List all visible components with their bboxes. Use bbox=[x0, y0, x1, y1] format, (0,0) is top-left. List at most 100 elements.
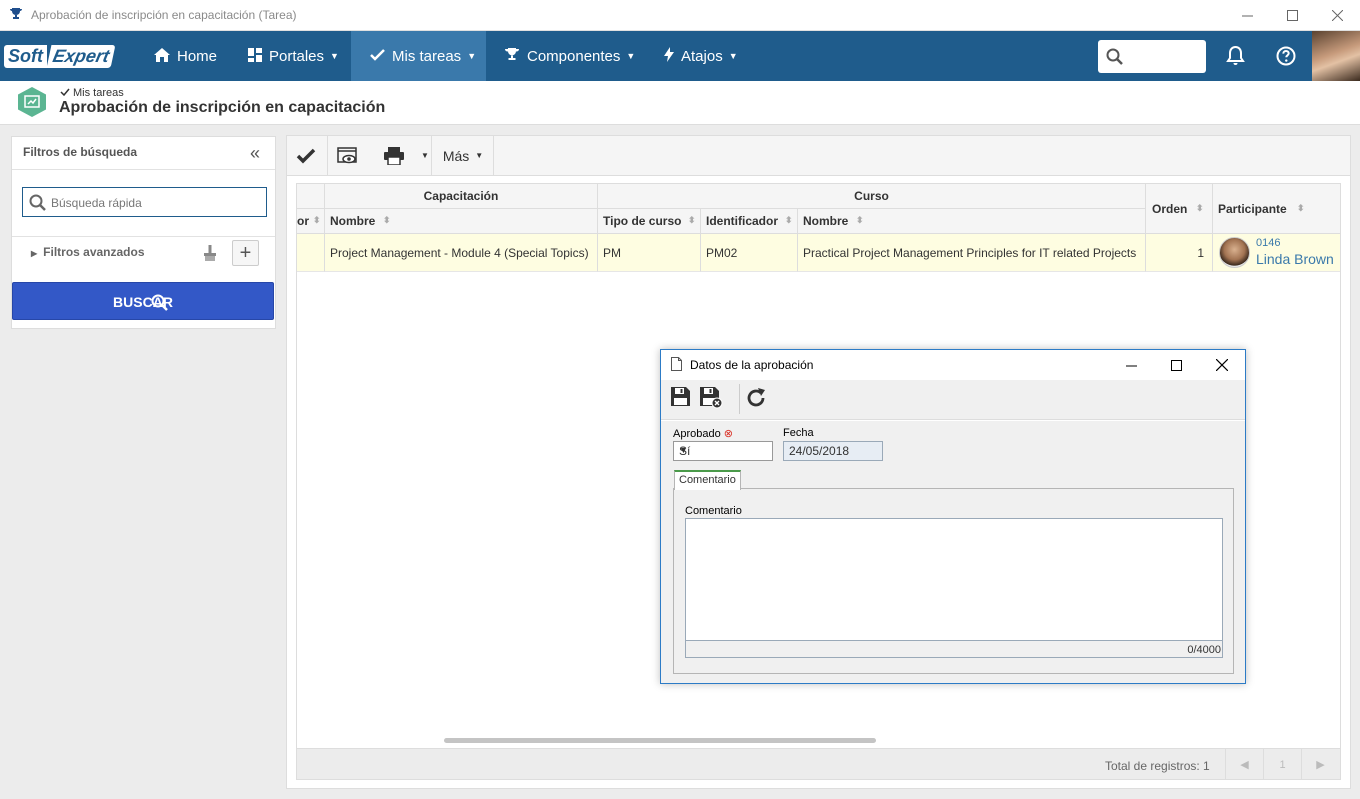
cell-nombre-capacitacion: Project Management - Module 4 (Special T… bbox=[325, 234, 598, 272]
column-header-identificador[interactable]: Identificador ⬍ bbox=[701, 209, 798, 234]
dropdown-arrow-icon: ▼ bbox=[679, 445, 688, 455]
cell-nombre-curso: Practical Project Management Principles … bbox=[798, 234, 1146, 272]
next-page-button[interactable]: ▶ bbox=[1301, 749, 1339, 779]
approve-button[interactable] bbox=[287, 136, 325, 175]
clear-filters-icon[interactable] bbox=[203, 245, 217, 264]
sort-icon[interactable]: ⬍ bbox=[856, 215, 864, 226]
column-header-participante[interactable]: Participante ⬍ bbox=[1213, 184, 1340, 234]
trophy-icon bbox=[9, 7, 25, 23]
group-header-curso: Curso bbox=[598, 184, 1146, 209]
chevron-down-icon: ▼ bbox=[728, 51, 738, 61]
prev-page-button[interactable]: ◀ bbox=[1225, 749, 1263, 779]
page-header: Mis tareas Aprobación de inscripción en … bbox=[0, 81, 1360, 125]
nav-home[interactable]: Home bbox=[154, 31, 217, 81]
more-button[interactable]: Más ▼ bbox=[433, 136, 493, 175]
character-counter: 0/4000 bbox=[685, 640, 1223, 658]
chevron-down-icon: ▼ bbox=[467, 51, 477, 61]
group-header-capacitacion: Capacitación bbox=[325, 184, 598, 209]
search-icon bbox=[29, 194, 46, 214]
close-button[interactable] bbox=[1314, 0, 1360, 31]
sort-icon[interactable]: ⬍ bbox=[1297, 203, 1305, 214]
sort-icon[interactable]: ⬍ bbox=[1196, 203, 1204, 214]
cell-partial bbox=[297, 234, 325, 272]
participant-name[interactable]: Linda Brown bbox=[1256, 251, 1334, 267]
fecha-label: Fecha bbox=[783, 427, 814, 439]
divider bbox=[12, 169, 275, 170]
trophy-icon bbox=[504, 47, 520, 65]
user-avatar[interactable] bbox=[1312, 31, 1360, 81]
save-and-close-icon[interactable] bbox=[699, 386, 723, 412]
caret-right-icon: ▶ bbox=[31, 249, 38, 258]
fecha-field: 24/05/2018 bbox=[783, 441, 883, 461]
nav-atajos[interactable]: Atajos ▼ bbox=[664, 31, 738, 81]
page-number[interactable]: 1 bbox=[1263, 749, 1301, 779]
nav-componentes[interactable]: Componentes ▼ bbox=[504, 31, 635, 81]
breadcrumb[interactable]: Mis tareas bbox=[60, 87, 124, 99]
dialog-title: Datos de la aprobación bbox=[690, 358, 814, 372]
participant-id[interactable]: 0146 bbox=[1256, 237, 1280, 249]
dialog-minimize-button[interactable] bbox=[1108, 350, 1154, 380]
tab-comentario[interactable]: Comentario bbox=[674, 470, 741, 490]
view-record-button[interactable] bbox=[331, 136, 365, 175]
column-header-orden[interactable]: Orden ⬍ bbox=[1146, 184, 1213, 234]
dialog-titlebar: Datos de la aprobación bbox=[661, 350, 1245, 380]
column-header-partial[interactable]: or ⬍ bbox=[297, 209, 325, 234]
training-app-icon bbox=[17, 86, 47, 118]
dialog-toolbar bbox=[661, 380, 1245, 420]
bolt-icon bbox=[664, 47, 674, 65]
comentario-tab-panel: Comentario 0/4000 bbox=[673, 488, 1234, 674]
aprobado-label: Aprobado ⊗ bbox=[673, 428, 733, 440]
bell-icon[interactable] bbox=[1226, 45, 1245, 69]
advanced-filters-toggle[interactable]: ▶ Filtros avanzados bbox=[31, 245, 145, 259]
add-filter-button[interactable]: + bbox=[232, 240, 259, 266]
grid-footer: Total de registros: 1 ◀ 1 ▶ bbox=[297, 748, 1340, 779]
grid-toolbar: ▼ Más ▼ bbox=[287, 136, 1350, 176]
group-header-prev bbox=[297, 184, 325, 209]
search-button[interactable]: BUSCAR bbox=[12, 282, 274, 320]
page-title: Aprobación de inscripción en capacitació… bbox=[59, 99, 386, 116]
chevron-down-icon: ▼ bbox=[626, 51, 636, 61]
global-search-input[interactable] bbox=[1098, 40, 1206, 73]
comentario-textarea[interactable] bbox=[685, 518, 1223, 642]
sort-icon[interactable]: ⬍ bbox=[383, 215, 391, 226]
check-icon bbox=[370, 48, 385, 64]
divider bbox=[12, 236, 275, 237]
dashboard-icon bbox=[248, 47, 262, 65]
sort-icon[interactable]: ⬍ bbox=[313, 215, 321, 226]
comentario-label: Comentario bbox=[685, 505, 742, 517]
chevron-down-icon: ▼ bbox=[421, 151, 429, 160]
aprobado-select[interactable]: Sí ▼ bbox=[673, 441, 773, 461]
cell-participante: 0146 Linda Brown bbox=[1213, 234, 1340, 272]
dialog-body: Aprobado ⊗ Sí ▼ Fecha 24/05/2018 Comenta… bbox=[661, 421, 1245, 683]
required-icon: ⊗ bbox=[723, 428, 733, 440]
home-icon bbox=[154, 47, 170, 65]
nav-portales[interactable]: Portales ▼ bbox=[248, 31, 339, 81]
chevron-down-icon: ▼ bbox=[330, 51, 339, 61]
print-options-dropdown[interactable]: ▼ bbox=[415, 136, 429, 175]
sort-icon[interactable]: ⬍ bbox=[688, 215, 696, 226]
print-button[interactable] bbox=[379, 136, 409, 175]
cell-tipo-curso: PM bbox=[598, 234, 701, 272]
column-header-nombre-capacitacion[interactable]: Nombre ⬍ bbox=[325, 209, 598, 234]
top-navbar: Soft Expert Home Portales ▼ Mis tareas ▼… bbox=[0, 31, 1360, 81]
refresh-icon[interactable] bbox=[745, 387, 767, 412]
save-icon[interactable] bbox=[670, 386, 691, 410]
dialog-close-button[interactable] bbox=[1199, 350, 1245, 380]
quick-search-placeholder: Búsqueda rápida bbox=[51, 196, 142, 210]
collapse-panel-icon[interactable]: « bbox=[250, 143, 260, 164]
search-icon bbox=[1106, 48, 1123, 68]
horizontal-scrollbar[interactable] bbox=[444, 738, 876, 743]
column-header-nombre-curso[interactable]: Nombre ⬍ bbox=[798, 209, 1146, 234]
approval-dialog: Datos de la aprobación Aprobado ⊗ Sí ▼ F… bbox=[660, 349, 1246, 684]
minimize-button[interactable] bbox=[1224, 0, 1270, 31]
sort-icon[interactable]: ⬍ bbox=[785, 215, 793, 226]
column-header-tipo-curso[interactable]: Tipo de curso ⬍ bbox=[598, 209, 701, 234]
cell-orden: 1 bbox=[1146, 234, 1213, 272]
quick-search-input[interactable]: Búsqueda rápida bbox=[22, 187, 267, 217]
maximize-button[interactable] bbox=[1269, 0, 1315, 31]
help-icon[interactable] bbox=[1276, 46, 1296, 69]
nav-mis-tareas[interactable]: Mis tareas ▼ bbox=[351, 31, 486, 81]
dialog-maximize-button[interactable] bbox=[1153, 350, 1199, 380]
softexpert-logo[interactable]: Soft Expert bbox=[4, 42, 116, 70]
filters-title: Filtros de búsqueda bbox=[23, 145, 138, 159]
